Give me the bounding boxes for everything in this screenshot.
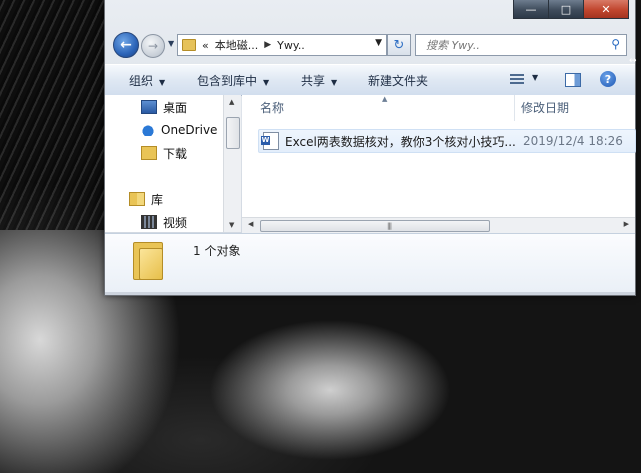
sidebar-item-videos[interactable]: 视频 (141, 213, 187, 231)
scroll-right-icon[interactable]: ▶ (624, 220, 629, 228)
breadcrumb-current-folder[interactable]: Ywy.. (277, 39, 305, 52)
scroll-up-icon[interactable]: ▲ (229, 98, 234, 106)
breadcrumb-local-disk[interactable]: 本地磁... (215, 37, 259, 53)
navigation-bar: ← → ▼ « 本地磁... ▶ Ywy.. ▼ ↻ ⚲ (105, 30, 635, 60)
file-list-horizontal-scrollbar[interactable]: ◀ ||| ▶ (242, 217, 635, 233)
file-row[interactable]: Excel两表数据核对，教你3个核对小技巧... 2019/12/4 18:26 (258, 129, 636, 153)
desktop-icon (141, 100, 157, 114)
sidebar-item-onedrive[interactable]: OneDrive (141, 121, 217, 139)
file-name: Excel两表数据核对，教你3个核对小技巧... (285, 134, 516, 149)
word-document-icon (261, 132, 279, 150)
change-view-icon[interactable] (510, 74, 524, 84)
organize-menu[interactable]: 组织 ▼ (129, 72, 165, 89)
new-folder-button[interactable]: 新建文件夹 (368, 72, 428, 89)
libraries-icon (129, 192, 145, 206)
sidebar-item-desktop[interactable]: 桌面 (141, 98, 187, 116)
sidebar-item-downloads[interactable]: 下载 (141, 144, 187, 162)
chevron-down-icon: ▼ (331, 78, 338, 87)
address-bar[interactable]: « 本地磁... ▶ Ywy.. ▼ (177, 34, 387, 56)
grip-icon: ||| (387, 222, 392, 230)
sidebar-item-libraries[interactable]: 库 (129, 190, 163, 208)
forward-button[interactable]: → (141, 34, 165, 58)
address-dropdown-icon[interactable]: ▼ (375, 38, 382, 48)
maximize-button[interactable]: □ (548, 0, 584, 19)
object-count: 1 个对象 (193, 244, 241, 258)
search-icon[interactable]: ⚲ (611, 37, 620, 51)
breadcrumb-overflow[interactable]: « (202, 39, 209, 52)
file-list: 名称 ▲ 修改日期 Excel两表数据核对，教你3个核对小技巧... 2019/… (242, 95, 636, 232)
chevron-down-icon: ▼ (263, 78, 270, 87)
file-modified-date: 2019/12/4 18:26 (523, 134, 623, 148)
column-header-modified[interactable]: 修改日期 (521, 95, 569, 121)
preview-pane-icon[interactable] (565, 73, 581, 87)
onedrive-cloud-icon (141, 124, 155, 136)
background-photo (0, 0, 110, 230)
downloads-folder-icon (141, 146, 157, 160)
column-divider[interactable] (514, 95, 515, 121)
view-options-chevron-icon[interactable]: ▼ (532, 73, 538, 82)
explorer-window: — □ ✕ ← → ▼ « 本地磁... ▶ Ywy.. ▼ ↻ ⚲ 组织▼ 包… (104, 0, 639, 296)
details-pane: 1 个对象 (105, 233, 635, 292)
window-resize-handle[interactable]: ↔ (629, 56, 639, 66)
search-input[interactable] (424, 37, 608, 53)
minimize-button[interactable]: — (513, 0, 549, 19)
scrollbar-thumb[interactable]: ||| (260, 220, 490, 232)
breadcrumb-separator-icon[interactable]: ▶ (264, 40, 271, 50)
back-button[interactable]: ← (113, 32, 139, 58)
navigation-pane: 桌面 OneDrive 下载 库 视频 (105, 95, 241, 232)
folder-icon (133, 242, 163, 280)
recent-pages-chevron-icon[interactable]: ▼ (168, 39, 174, 48)
caption-controls: — □ ✕ (513, 0, 629, 19)
videos-icon (141, 215, 157, 229)
share-menu[interactable]: 共享 ▼ (301, 72, 337, 89)
close-button[interactable]: ✕ (583, 0, 629, 19)
help-icon[interactable]: ? (600, 71, 616, 87)
chevron-down-icon: ▼ (159, 78, 166, 87)
navigation-pane-scrollbar[interactable]: ▲ ▼ (223, 95, 241, 232)
sort-ascending-icon: ▲ (382, 95, 388, 103)
scroll-down-icon[interactable]: ▼ (229, 221, 234, 229)
column-header-name[interactable]: 名称 (260, 95, 284, 121)
search-box[interactable]: ⚲ (415, 34, 627, 56)
include-in-library-menu[interactable]: 包含到库中 ▼ (197, 72, 269, 89)
refresh-button[interactable]: ↻ (387, 34, 411, 56)
scrollbar-thumb[interactable] (226, 117, 240, 149)
command-toolbar: 组织 ▼ 包含到库中 ▼ 共享 ▼ 新建文件夹 ▼ ? (105, 64, 635, 96)
scroll-left-icon[interactable]: ◀ (248, 220, 253, 228)
folder-icon (182, 39, 196, 51)
